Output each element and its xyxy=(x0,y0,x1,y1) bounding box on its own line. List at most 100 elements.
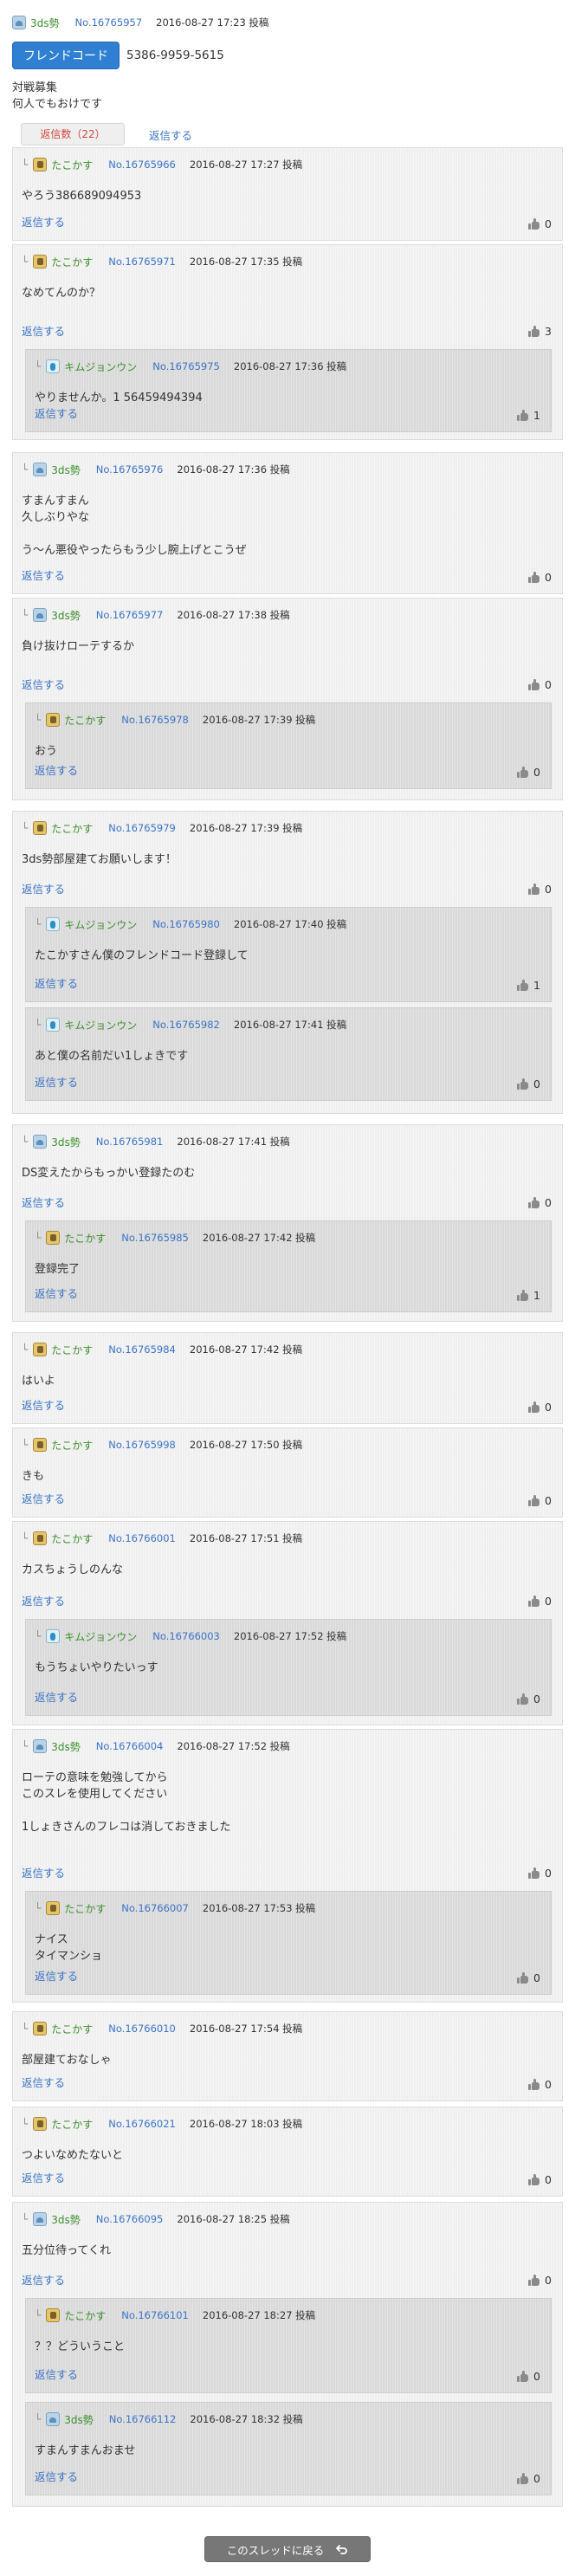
post-author[interactable]: たこかす xyxy=(51,255,93,269)
post-author[interactable]: たこかす xyxy=(51,2022,93,2036)
reply-link[interactable]: 返信する xyxy=(35,407,78,421)
post-author[interactable]: たこかす xyxy=(51,1343,93,1357)
post-author[interactable]: たこかす xyxy=(64,1231,106,1246)
reply-link[interactable]: 返信する xyxy=(22,1492,65,1506)
reply-link[interactable]: 返信する xyxy=(22,216,65,230)
post-number[interactable]: No.16765976 xyxy=(96,463,164,476)
post-author[interactable]: 3ds勢 xyxy=(30,16,60,30)
post-number[interactable]: No.16765998 xyxy=(108,1439,176,1451)
post-number[interactable]: No.16766010 xyxy=(108,2023,176,2035)
like-button[interactable]: 3 xyxy=(528,325,552,338)
reply-link[interactable]: 返信する xyxy=(22,1867,65,1880)
like-button[interactable]: 0 xyxy=(517,1078,540,1091)
reply-link[interactable]: 返信する xyxy=(35,764,78,778)
reply-link[interactable]: 返信する xyxy=(22,883,65,896)
like-button[interactable]: 0 xyxy=(528,2173,552,2186)
post-author[interactable]: たこかす xyxy=(51,158,93,172)
post-number[interactable]: No.16765966 xyxy=(108,159,176,171)
post-author[interactable]: 3ds勢 xyxy=(51,463,81,477)
post-number[interactable]: No.16765957 xyxy=(75,16,143,29)
post-date: 2016-08-27 17:38 投稿 xyxy=(177,609,290,621)
post-author[interactable]: 3ds勢 xyxy=(51,2212,81,2227)
like-button[interactable]: 1 xyxy=(517,979,540,992)
like-button[interactable]: 0 xyxy=(517,2370,540,2383)
post-number[interactable]: No.16766004 xyxy=(96,1740,164,1752)
reply-link[interactable]: 返信する xyxy=(22,678,65,692)
reply-link[interactable]: 返信する xyxy=(35,2470,78,2484)
post-number[interactable]: No.16765975 xyxy=(152,360,220,372)
post-number[interactable]: No.16765985 xyxy=(121,1232,189,1244)
reply-link[interactable]: 返信する xyxy=(22,1196,65,1210)
post-body: はいよ xyxy=(22,1373,55,1389)
like-button[interactable]: 0 xyxy=(528,1494,552,1507)
avatar xyxy=(33,1531,48,1545)
reply-link[interactable]: 返信する xyxy=(35,1691,78,1705)
reply-link[interactable]: 返信する xyxy=(22,2171,65,2185)
reply-card: └ たこかす No.16765966 2016-08-27 17:27 投稿 やろう38… xyxy=(12,147,563,241)
post-author[interactable]: たこかす xyxy=(64,713,106,728)
post-author[interactable]: たこかす xyxy=(51,1438,93,1453)
like-count: 0 xyxy=(545,2078,552,2091)
post-author[interactable]: 3ds勢 xyxy=(51,1739,81,1754)
reply-link[interactable]: 返信する xyxy=(35,2368,78,2382)
post-number[interactable]: No.16765978 xyxy=(121,714,189,726)
reply-link[interactable]: 返信する xyxy=(22,325,65,339)
post-number[interactable]: No.16766112 xyxy=(109,2413,177,2425)
like-button[interactable]: 0 xyxy=(528,883,552,896)
post-number[interactable]: No.16765979 xyxy=(108,822,176,834)
post-number[interactable]: No.16766001 xyxy=(108,1532,176,1544)
post-date: 2016-08-27 17:53 投稿 xyxy=(202,1902,316,1914)
post-number[interactable]: No.16766021 xyxy=(108,2118,176,2130)
reply-link[interactable]: 返信する xyxy=(22,1595,65,1608)
reply-link[interactable]: 返信する xyxy=(22,1399,65,1413)
reply-link[interactable]: 返信する xyxy=(22,2274,65,2288)
post-number[interactable]: No.16765981 xyxy=(96,1136,164,1148)
like-button[interactable]: 0 xyxy=(528,1196,552,1209)
reply-link[interactable]: 返信する xyxy=(35,1287,78,1301)
like-button[interactable]: 0 xyxy=(517,2472,540,2485)
like-button[interactable]: 0 xyxy=(517,1693,540,1705)
post-number[interactable]: No.16765980 xyxy=(152,918,220,930)
post-number[interactable]: No.16766007 xyxy=(121,1902,189,1914)
post-author[interactable]: たこかす xyxy=(51,821,93,836)
like-button[interactable]: 1 xyxy=(517,1289,540,1302)
reply-link[interactable]: 返信する xyxy=(35,977,78,991)
reply-link[interactable]: 返信する xyxy=(149,126,192,143)
like-button[interactable]: 0 xyxy=(528,217,552,230)
like-button[interactable]: 0 xyxy=(528,1595,552,1608)
like-button[interactable]: 0 xyxy=(517,1971,540,1984)
post-author[interactable]: キムジョンウン xyxy=(64,1629,137,1644)
post-number[interactable]: No.16766003 xyxy=(152,1630,220,1642)
like-button[interactable]: 0 xyxy=(528,571,552,584)
post-author[interactable]: 3ds勢 xyxy=(51,608,81,623)
like-button[interactable]: 0 xyxy=(528,1401,552,1414)
post-number[interactable]: No.16765982 xyxy=(152,1019,220,1031)
post-author[interactable]: たこかす xyxy=(51,2117,93,2132)
like-button[interactable]: 0 xyxy=(528,2078,552,2091)
post-author[interactable]: 3ds勢 xyxy=(51,1135,81,1149)
post-author[interactable]: たこかす xyxy=(64,2308,106,2323)
back-to-thread-button[interactable]: このスレッドに戻る xyxy=(204,2536,371,2562)
post-number[interactable]: No.16765984 xyxy=(108,1343,176,1356)
like-button[interactable]: 0 xyxy=(528,2274,552,2287)
post-author[interactable]: キムジョンウン xyxy=(64,917,137,932)
reply-link[interactable]: 返信する xyxy=(22,569,65,583)
post-author[interactable]: キムジョンウン xyxy=(64,1018,137,1032)
reply-link[interactable]: 返信する xyxy=(22,2076,65,2090)
nested-reply-card: └ キムジョンウン No.16766003 2016-08-27 17:52 投稿 もう… xyxy=(25,1619,552,1716)
post-number[interactable]: No.16765971 xyxy=(108,256,176,268)
post-author[interactable]: たこかす xyxy=(51,1531,93,1546)
post-number[interactable]: No.16765977 xyxy=(96,609,164,621)
post-author[interactable]: キムジョンウン xyxy=(64,359,137,374)
like-button[interactable]: 0 xyxy=(528,678,552,691)
reply-link[interactable]: 返信する xyxy=(35,1076,78,1090)
like-button[interactable]: 1 xyxy=(517,409,540,422)
like-button[interactable]: 0 xyxy=(528,1867,552,1880)
post-number[interactable]: No.16766095 xyxy=(96,2213,164,2225)
like-button[interactable]: 0 xyxy=(517,766,540,779)
post-number[interactable]: No.16766101 xyxy=(121,2309,189,2321)
reply-link[interactable]: 返信する xyxy=(35,1970,78,1984)
post-author[interactable]: 3ds勢 xyxy=(64,2412,94,2427)
post-author[interactable]: たこかす xyxy=(64,1901,106,1916)
reply-count-button[interactable]: 返信数（22） xyxy=(21,123,125,146)
